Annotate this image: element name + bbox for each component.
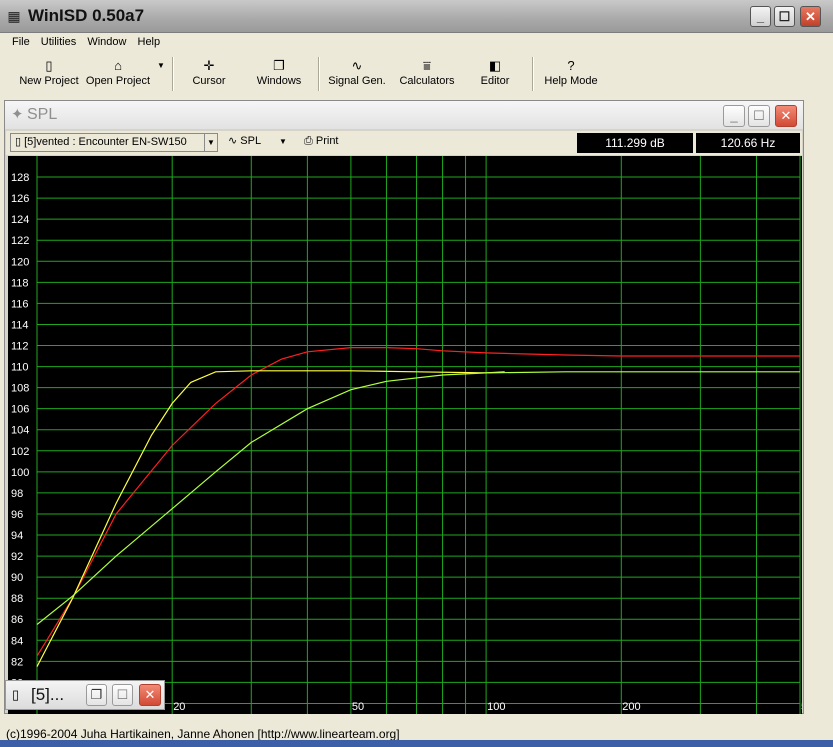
menu-help[interactable]: Help [134,33,165,51]
crosshair-icon: ✛ [203,58,215,73]
sine-wave-icon: ∿ [228,135,238,147]
y-tick-label: 126 [11,193,29,205]
spl-minimize-button[interactable]: _ [723,105,745,127]
calculators-button[interactable]: ⩸ Calculators [394,54,460,94]
windows-button[interactable]: ❐ Windows [248,54,310,94]
project-select-dropdown[interactable]: ▼ [204,133,218,152]
y-tick-label: 120 [11,256,29,268]
restore-button[interactable]: ❐ [86,684,107,706]
spl-maximize-button[interactable]: ☐ [748,105,770,127]
sine-wave-icon: ∿ [351,58,363,73]
toolbar: ▯ New Project ⌂ Open Project ▼ ✛ Cursor … [8,54,608,94]
y-tick-label: 90 [11,572,23,584]
new-project-button[interactable]: ▯ New Project [16,54,82,94]
hz-readout: 120.66 Hz [696,133,800,153]
y-tick-label: 102 [11,446,29,458]
app-title-bar[interactable]: ▦ WinISD 0.50a7 _ ☐ ✕ [0,0,833,33]
speaker-icon: ◧ [488,58,502,73]
document-icon: ▯ [12,687,20,702]
y-tick-label: 114 [11,319,29,331]
y-tick-label: 100 [11,467,29,479]
minimize-button[interactable]: _ [750,6,771,27]
maximize-button[interactable]: ☐ [774,6,795,27]
chevron-down-icon: ▼ [157,61,165,70]
y-tick-label: 94 [11,530,23,542]
help-mode-button[interactable]: ? Help Mode [538,54,604,94]
x-tick-label: 100 [487,701,505,713]
chart-background [8,156,802,714]
cursor-button[interactable]: ✛ Cursor [180,54,238,94]
signal-gen-button[interactable]: ∿ Signal Gen. [324,54,390,94]
editor-button[interactable]: ◧ Editor [468,54,522,94]
plot-toolbar: ▯ [5]vented : Encounter EN-SW150 ▼ ∿ SPL… [6,131,802,155]
spl-chart[interactable]: 7880828486889092949698100102104106108110… [8,156,802,714]
spl-window-title: SPL [27,106,58,123]
folder-open-icon: ⌂ [114,58,122,73]
y-tick-label: 98 [11,488,23,500]
x-tick-label: 50 [352,701,364,713]
status-text: (c)1996-2004 Juha Hartikainen, Janne Aho… [6,727,400,741]
document-icon: ▯ [45,58,53,73]
open-project-dropdown[interactable]: ▼ [154,54,168,94]
project-select[interactable]: ▯ [5]vented : Encounter EN-SW150 [10,133,206,152]
spl-window-title-bar[interactable]: ✦ SPL _ ☐ ✕ [5,101,803,129]
taskbar [0,740,833,747]
y-tick-label: 122 [11,235,29,247]
menu-file[interactable]: File [8,33,34,51]
y-tick-label: 96 [11,509,23,521]
y-tick-label: 88 [11,593,23,605]
windows-icon: ❐ [273,58,285,73]
print-button[interactable]: ⎙ Print [300,133,360,152]
y-tick-label: 92 [11,551,23,563]
spl-close-button[interactable]: ✕ [775,105,797,127]
minimized-window[interactable]: ▯ [5]... ❐ ☐ ✕ [5,680,165,710]
y-tick-label: 118 [11,277,29,289]
y-tick-label: 124 [11,214,29,226]
project-icon: ▯ [15,136,22,148]
x-tick-label: 500 [801,701,802,713]
spl-window-icon: ✦ [11,106,24,123]
printer-icon: ⎙ [304,135,313,147]
app-icon[interactable]: ▦ [6,8,22,24]
y-tick-label: 82 [11,656,23,668]
y-tick-label: 108 [11,383,29,395]
app-title: WinISD 0.50a7 [28,6,145,25]
question-icon: ? [567,58,575,73]
menu-window[interactable]: Window [83,33,130,51]
close-button[interactable]: ✕ [800,6,821,27]
y-tick-label: 112 [11,341,29,353]
graph-type-dropdown[interactable]: ▼ [276,133,290,152]
y-tick-label: 106 [11,404,29,416]
y-tick-label: 86 [11,614,23,626]
calculator-icon: ⩸ [423,58,431,73]
mini-maximize-button[interactable]: ☐ [112,684,133,706]
y-tick-label: 110 [11,362,29,374]
minimized-window-label: [5]... [31,685,65,704]
y-tick-label: 104 [11,425,29,437]
open-project-button[interactable]: ⌂ Open Project [84,54,152,94]
y-tick-label: 128 [11,172,29,184]
menu-bar: File Utilities Window Help [8,33,168,53]
db-readout: 111.299 dB [577,133,693,153]
x-tick-label: 20 [173,701,185,713]
menu-utilities[interactable]: Utilities [37,33,80,51]
x-tick-label: 200 [622,701,640,713]
mini-close-button[interactable]: ✕ [139,684,161,706]
y-tick-label: 116 [11,298,29,310]
y-tick-label: 84 [11,635,23,647]
